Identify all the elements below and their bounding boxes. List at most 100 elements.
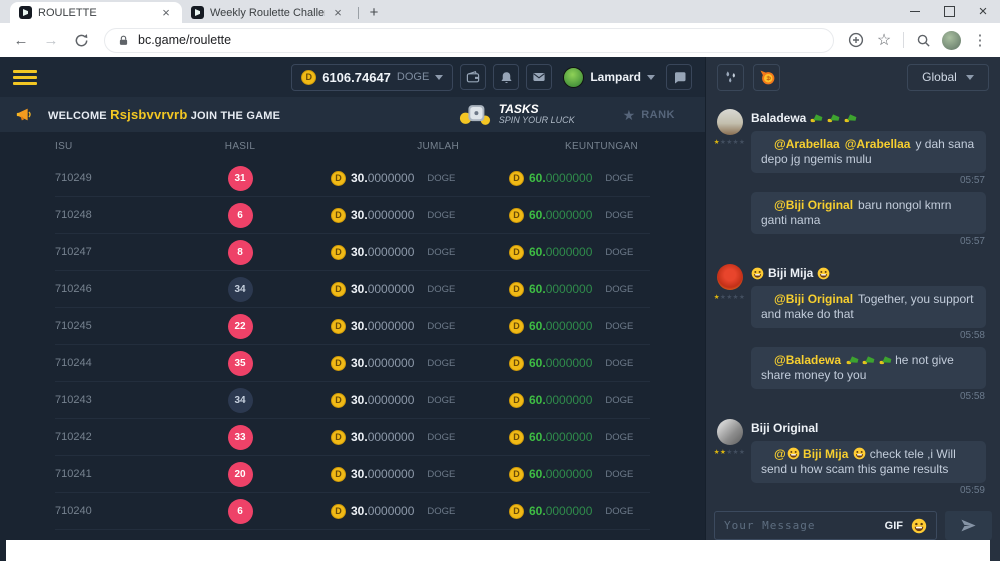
rank-shortcut[interactable]: ★ RANK — [623, 108, 675, 122]
window-minimize-button[interactable] — [898, 0, 932, 23]
forward-button[interactable]: → — [38, 27, 64, 53]
coin-drop-button[interactable] — [753, 64, 780, 91]
emoji-picker-button[interactable] — [911, 518, 927, 534]
chat-username[interactable]: Biji Original — [751, 421, 986, 435]
green-flag-emoji — [844, 113, 857, 123]
table-row[interactable]: 710243 34 D 30.0000000 DOGE D 60.0000000 — [55, 382, 650, 419]
mention[interactable]: @Arabellaa — [774, 137, 840, 151]
profit-integer: 60. — [529, 282, 546, 296]
result-badge: 31 — [228, 166, 253, 191]
user-menu[interactable]: Lampard — [563, 67, 655, 88]
browser-window: ROULETTE × Weekly Roulette Challenge - W… — [0, 0, 1000, 561]
menu-hamburger-icon[interactable] — [13, 70, 37, 85]
send-message-button[interactable] — [945, 511, 992, 540]
notifications-button[interactable] — [493, 64, 519, 90]
back-button[interactable]: ← — [8, 27, 34, 53]
url-text[interactable]: bc.game/roulette — [138, 33, 231, 47]
reload-button[interactable] — [68, 27, 94, 53]
table-row[interactable]: 710244 35 D 30.0000000 DOGE D 60.0000000 — [55, 345, 650, 382]
column-header-isu: ISU — [55, 141, 185, 152]
profit-integer: 60. — [529, 467, 546, 481]
table-row[interactable]: 710248 6 D 30.0000000 DOGE D 60.0000000 — [55, 197, 650, 234]
table-row[interactable]: 710245 22 D 30.0000000 DOGE D 60.0000000 — [55, 308, 650, 345]
mention[interactable]: @ — [774, 447, 786, 461]
mention[interactable]: Biji Mija — [803, 447, 848, 461]
amount-decimals: 0000000 — [368, 245, 415, 259]
amount-integer: 30. — [351, 319, 368, 333]
gif-button[interactable]: GIF — [885, 520, 903, 532]
chat-toggle-button[interactable] — [666, 64, 692, 90]
browser-tab-strip: ROULETTE × Weekly Roulette Challenge - W… — [0, 0, 1000, 23]
avatar[interactable] — [717, 264, 743, 290]
mention[interactable]: @Biji Original — [774, 292, 853, 306]
wallet-button[interactable] — [460, 64, 486, 90]
messages-button[interactable] — [526, 64, 552, 90]
bookmark-button[interactable]: ☆ — [872, 28, 896, 52]
chat-channel-dropdown[interactable]: Global — [907, 64, 989, 91]
browser-menu-button[interactable]: ⋮ — [968, 28, 992, 52]
zoom-install-button[interactable] — [844, 28, 868, 52]
address-bar[interactable]: bc.game/roulette — [104, 28, 834, 53]
window-maximize-button[interactable] — [932, 0, 966, 23]
currency-label: DOGE — [427, 432, 455, 443]
profit-integer: 60. — [529, 208, 546, 222]
circle-plus-icon — [848, 32, 864, 48]
chat-message-input[interactable] — [724, 519, 877, 532]
rating-stars: ★★★★★ — [714, 139, 746, 146]
table-row[interactable]: 710241 20 D 30.0000000 DOGE D 60.0000000 — [55, 456, 650, 493]
lock-icon — [117, 33, 130, 48]
tasks-shortcut[interactable]: TASKS SPIN YOUR LUCK — [459, 102, 575, 127]
window-close-button[interactable]: × — [966, 0, 1000, 23]
doge-coin-icon: D — [331, 282, 346, 297]
chat-channel-label: Global — [922, 70, 957, 84]
doge-coin-icon: D — [301, 70, 316, 85]
bet-amount-cell: D 30.0000000 DOGE — [295, 356, 465, 371]
profit-integer: 60. — [529, 319, 546, 333]
new-tab-button[interactable]: + — [363, 2, 385, 22]
tab-roulette[interactable]: ROULETTE × — [10, 2, 182, 23]
table-row[interactable]: 710240 6 D 30.0000000 DOGE D 60.0000000 — [55, 493, 650, 530]
avatar[interactable] — [717, 109, 743, 135]
rank-label: RANK — [641, 109, 675, 121]
doge-coin-icon: D — [509, 245, 524, 260]
tab-close-icon[interactable]: × — [331, 5, 345, 20]
profit-integer: 60. — [529, 430, 546, 444]
rain-button[interactable] — [717, 64, 744, 91]
table-row[interactable]: 710246 34 D 30.0000000 DOGE D 60.0000000 — [55, 271, 650, 308]
mention[interactable]: @Biji Original — [774, 198, 853, 212]
chat-group: ★★★★★ Biji Mija @Biji OriginalTogether, … — [716, 264, 986, 408]
bet-amount-cell: D 30.0000000 DOGE — [295, 504, 465, 519]
currency-label: DOGE — [427, 173, 455, 184]
search-button[interactable] — [911, 28, 935, 52]
profit-decimals: 0000000 — [546, 467, 593, 481]
mention[interactable]: @Arabellaa — [845, 137, 911, 151]
amount-decimals: 0000000 — [368, 171, 415, 185]
search-icon — [916, 33, 931, 48]
avatar[interactable] — [717, 419, 743, 445]
chat-username[interactable]: Biji Mija — [751, 266, 986, 280]
profit-cell: D 60.0000000 DOGE — [465, 319, 650, 334]
tab-close-icon[interactable]: × — [159, 5, 173, 20]
table-row[interactable]: 710247 8 D 30.0000000 DOGE D 60.0000000 — [55, 234, 650, 271]
browser-profile-avatar[interactable] — [942, 31, 961, 50]
chat-message: @Baladewa he not give share money to you — [751, 347, 986, 389]
currency-label: DOGE — [427, 469, 455, 480]
profit-integer: 60. — [529, 393, 546, 407]
chat-input-container[interactable]: GIF — [714, 511, 937, 540]
profit-cell: D 60.0000000 DOGE — [465, 245, 650, 260]
table-row[interactable]: 710242 33 D 30.0000000 DOGE D 60.0000000 — [55, 419, 650, 456]
result-cell: 35 — [185, 351, 295, 376]
table-row[interactable]: 710249 31 D 30.0000000 DOGE D 60.0000000 — [55, 160, 650, 197]
issue-id: 710248 — [55, 209, 185, 221]
profit-cell: D 60.0000000 DOGE — [465, 393, 650, 408]
paper-plane-icon — [960, 518, 977, 533]
currency-label: DOGE — [427, 284, 455, 295]
profit-cell: D 60.0000000 DOGE — [465, 467, 650, 482]
balance-dropdown[interactable]: D 6106.74647 DOGE — [291, 64, 453, 91]
result-badge: 22 — [228, 314, 253, 339]
mention[interactable]: @Baladewa — [774, 353, 841, 367]
site-header: D 6106.74647 DOGE — [0, 57, 705, 97]
bet-amount-cell: D 30.0000000 DOGE — [295, 430, 465, 445]
chat-username[interactable]: Baladewa — [751, 111, 986, 125]
tab-weekly-challenge[interactable]: Weekly Roulette Challenge - Win × — [182, 2, 354, 23]
